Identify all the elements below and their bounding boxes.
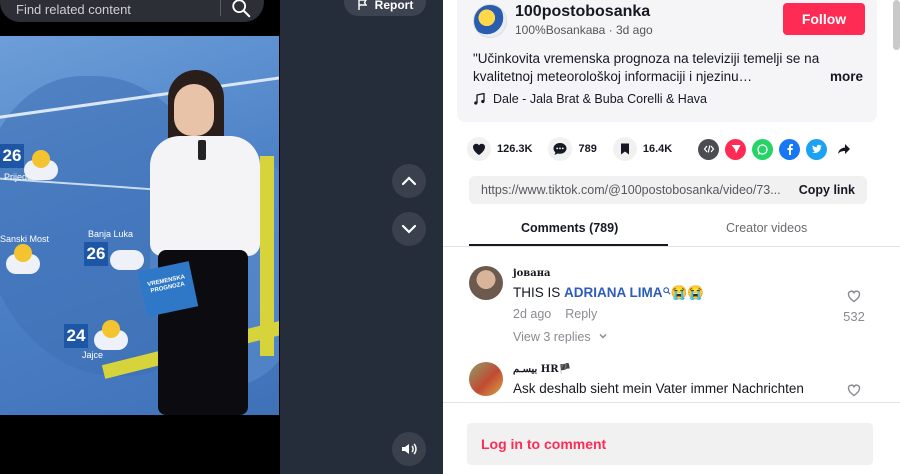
- comment-like-count: 532: [843, 309, 865, 324]
- send-icon: [731, 145, 741, 154]
- music-link[interactable]: Dale - Jala Brat & Buba Corelli & Hava: [473, 92, 707, 106]
- video-url[interactable]: https://www.tiktok.com/@100postobosanka/…: [481, 183, 781, 197]
- comment-meta: 2d ago Reply: [513, 307, 611, 321]
- like-count: 126.3K: [497, 143, 533, 155]
- comment-text: THIS IS ADRIANA LIMA 😭😭: [513, 285, 704, 301]
- search-bar: [0, 0, 264, 22]
- more-link[interactable]: more: [830, 68, 863, 86]
- comment-tabs: Comments (789) Creator videos: [443, 214, 900, 247]
- more-share-button[interactable]: [833, 139, 854, 160]
- comment-text-prefix: THIS IS: [513, 285, 565, 300]
- report-button[interactable]: Report: [344, 0, 426, 16]
- heart-outline-icon: [847, 290, 861, 303]
- whatsapp-icon: [757, 143, 768, 155]
- tab-comments[interactable]: Comments (789): [521, 221, 618, 235]
- search-icon: [662, 287, 671, 295]
- comment-emoji: 😭😭: [670, 285, 705, 300]
- comment-like-button[interactable]: 532: [839, 288, 869, 324]
- embed-share-button[interactable]: [698, 138, 720, 160]
- twitter-share-button[interactable]: [806, 138, 828, 160]
- temp-label: 26: [0, 144, 24, 168]
- comment-count: 789: [578, 143, 597, 155]
- author-avatar[interactable]: [473, 4, 507, 38]
- volume-button[interactable]: [392, 432, 426, 466]
- city-label: Sanski Most: [0, 234, 50, 244]
- view-replies-button[interactable]: View 3 replies: [513, 330, 608, 344]
- active-tab-indicator: [469, 244, 668, 246]
- heart-icon: [472, 143, 486, 155]
- description-card: 100postobosanka 100%Bosankaва · 3d ago F…: [457, 0, 877, 122]
- send-share-button[interactable]: [725, 138, 747, 160]
- description-line: "Učinkovita vremenska prognoza na televi…: [473, 51, 820, 66]
- comment-button[interactable]: 789: [548, 137, 597, 161]
- chevron-up-icon: [401, 176, 417, 186]
- search-divider: [220, 0, 221, 16]
- presenter-figure: VREMENSKA PROGNOZA: [137, 70, 275, 415]
- chevron-down-icon: [401, 224, 417, 234]
- comment-age: 2d ago: [513, 307, 552, 321]
- login-to-comment-button[interactable]: Log in to comment: [467, 423, 873, 465]
- commenter-name[interactable]: بيسـم HR🏴: [513, 364, 571, 375]
- commenter-avatar[interactable]: [469, 362, 503, 396]
- share-arrow-icon: [837, 144, 850, 154]
- video-description: "Učinkovita vremenska prognoza na televi…: [473, 50, 863, 86]
- copy-link-button[interactable]: Copy link: [799, 183, 855, 197]
- chevron-down-icon: [599, 333, 607, 339]
- flag-icon: [357, 0, 367, 10]
- search-input[interactable]: [16, 0, 216, 18]
- sun-icon: [14, 244, 32, 262]
- share-icons: [698, 138, 854, 160]
- author-meta: 100%Bosankaва · 3d ago: [515, 23, 653, 37]
- heart-outline-icon: [847, 384, 861, 397]
- author-handle: 100%Bosankaва: [515, 23, 606, 37]
- tab-creator-videos[interactable]: Creator videos: [726, 221, 807, 235]
- comment-item: јована THIS IS ADRIANA LIMA 😭😭 2d ago Repl…: [469, 266, 869, 346]
- description-line: kvalitetnoj meteorološkoj informaciji i …: [473, 69, 753, 84]
- sun-icon: [32, 150, 50, 168]
- city-label: Jajce: [82, 350, 104, 360]
- video-panel: 26 Prijedor 26 Banja Luka Sanski Most 24…: [0, 0, 443, 474]
- report-label: Report: [374, 0, 414, 12]
- video-link-box: https://www.tiktok.com/@100postobosanka/…: [469, 176, 867, 204]
- temp-label: 24: [64, 324, 88, 348]
- embed-icon: [703, 145, 714, 153]
- bookmark-icon: [620, 143, 629, 155]
- commenter-name[interactable]: јована: [513, 268, 551, 279]
- comment-like-button[interactable]: [839, 382, 869, 403]
- author-name[interactable]: 100postobosanka: [515, 3, 650, 21]
- previous-video-button[interactable]: [392, 164, 426, 198]
- search-button[interactable]: [230, 0, 254, 19]
- post-date: 3d ago: [615, 23, 653, 37]
- facebook-icon: [787, 144, 793, 155]
- reply-button[interactable]: Reply: [565, 307, 597, 321]
- comment-text: Ask deshalb sieht mein Vater immer Nachr…: [513, 381, 804, 396]
- like-button[interactable]: 126.3K: [467, 137, 532, 161]
- comment-item: بيسـم HR🏴 Ask deshalb sieht mein Vater i…: [469, 362, 869, 402]
- sun-icon: [102, 320, 120, 338]
- save-button[interactable]: 16.4K: [612, 137, 673, 161]
- music-note-icon: [474, 93, 485, 105]
- facebook-share-button[interactable]: [779, 138, 801, 160]
- comment-login-bar: Log in to comment: [443, 402, 900, 474]
- follow-button[interactable]: Follow: [783, 3, 865, 35]
- save-count: 16.4K: [642, 143, 673, 155]
- mention-link[interactable]: ADRIANA LIMA: [564, 285, 663, 300]
- video-frame[interactable]: 26 Prijedor 26 Banja Luka Sanski Most 24…: [0, 36, 279, 415]
- comment-icon: [553, 143, 567, 155]
- scrollbar[interactable]: [893, 0, 900, 50]
- temp-label: 26: [84, 242, 108, 266]
- stats-row: 126.3K 789 16.4K: [467, 136, 867, 162]
- details-panel: 100postobosanka 100%Bosankaва · 3d ago F…: [443, 0, 900, 474]
- volume-icon: [402, 443, 417, 455]
- search-icon: [232, 0, 251, 18]
- city-label: Banja Luka: [88, 229, 134, 239]
- view-replies-label: View 3 replies: [513, 330, 591, 344]
- commenter-avatar[interactable]: [469, 266, 503, 300]
- cloud-icon: [110, 250, 144, 270]
- music-title: Dale - Jala Brat & Buba Corelli & Hava: [493, 92, 707, 106]
- twitter-icon: [811, 144, 822, 153]
- whatsapp-share-button[interactable]: [752, 138, 774, 160]
- next-video-button[interactable]: [392, 212, 426, 246]
